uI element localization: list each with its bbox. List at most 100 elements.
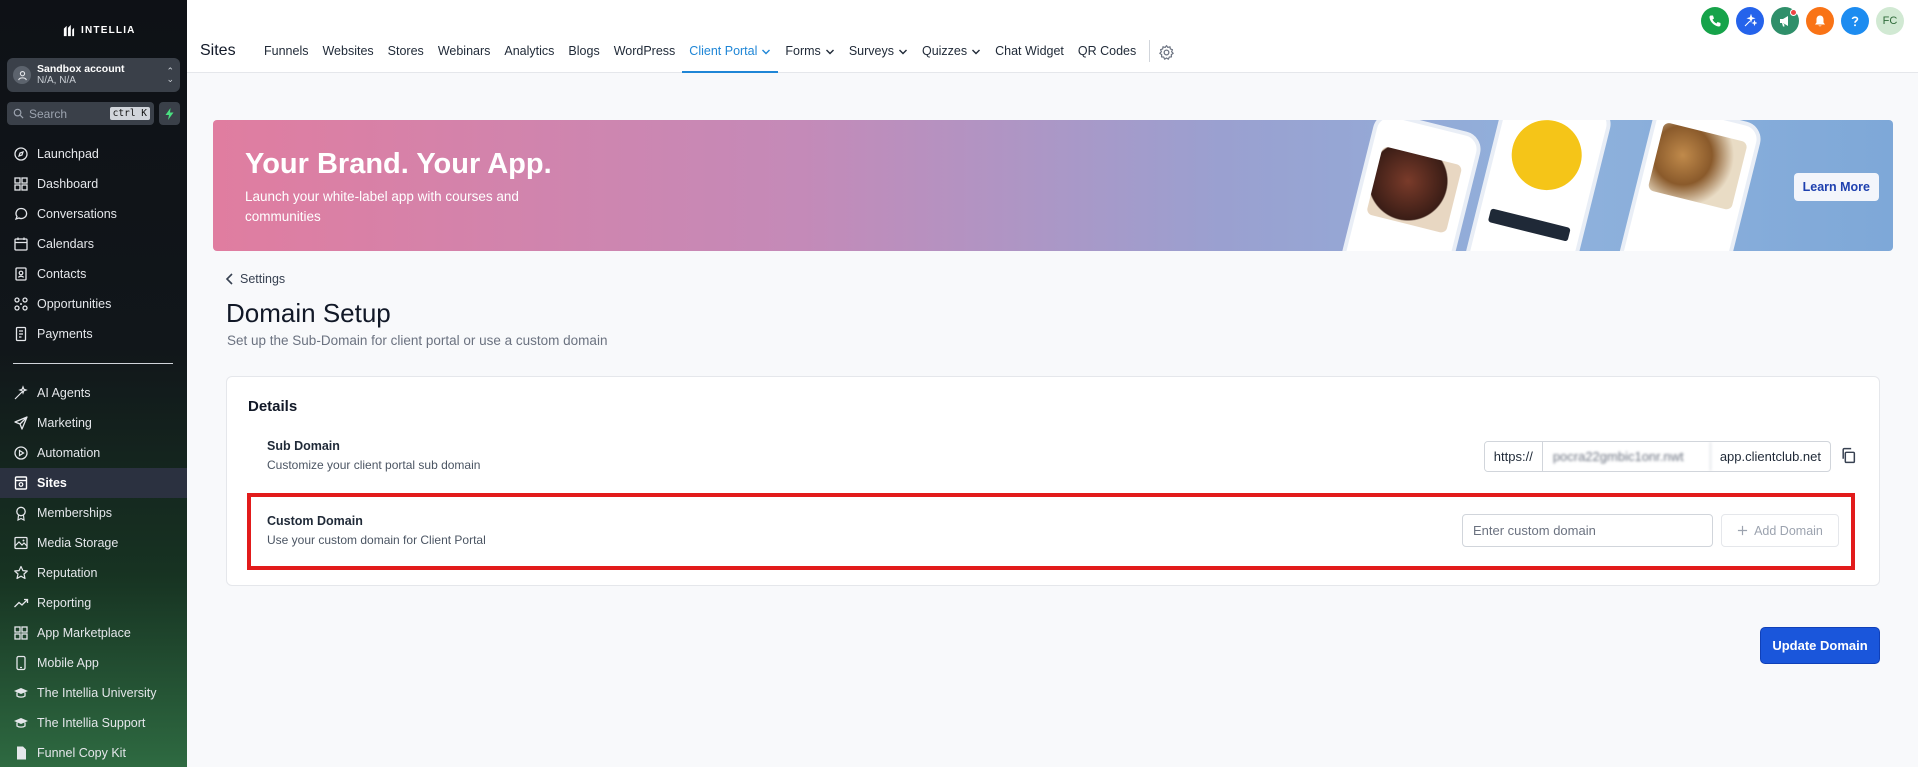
back-label: Settings: [240, 272, 286, 286]
sidebar-item-marketing[interactable]: Marketing: [0, 408, 187, 438]
university-icon: [14, 688, 28, 698]
sub-domain-label: Sub Domain: [267, 439, 340, 453]
banner-subtitle: Launch your white-label app with courses…: [245, 189, 519, 224]
tab-label: Forms: [785, 44, 821, 58]
lightning-icon: [165, 107, 174, 120]
tab-blogs[interactable]: Blogs: [561, 44, 606, 73]
tab-quizzes[interactable]: Quizzes: [915, 44, 988, 73]
question-icon: [1851, 16, 1859, 27]
tasks-icon: [1744, 14, 1757, 27]
support-icon: [14, 718, 28, 728]
learn-more-button[interactable]: Learn More: [1793, 173, 1879, 201]
logo-icon: [63, 24, 75, 36]
sidebar-search[interactable]: Search ctrl K: [7, 102, 154, 125]
custom-domain-input[interactable]: [1462, 514, 1713, 547]
custom-domain-description: Use your custom domain for Client Portal: [267, 533, 486, 547]
sidebar-item-dashboard[interactable]: Dashboard: [0, 169, 187, 199]
sidebar-item-payments[interactable]: Payments: [0, 319, 187, 349]
phone-mockup-cookies: [1611, 120, 1765, 251]
section-title: Sites: [200, 42, 236, 59]
tab-analytics[interactable]: Analytics: [497, 44, 561, 73]
tab-client-portal[interactable]: Client Portal: [682, 44, 779, 73]
sidebar-item-calendars[interactable]: Calendars: [0, 229, 187, 259]
sidebar-divider: [13, 363, 173, 364]
tab-webinars[interactable]: Webinars: [431, 44, 498, 73]
sidebar-item-label: Reputation: [37, 566, 98, 580]
sidebar-item-university[interactable]: The Intellia University: [0, 678, 187, 708]
sidebar-item-reporting[interactable]: Reporting: [0, 588, 187, 618]
sidebar-item-sites[interactable]: Sites: [0, 468, 187, 498]
sidebar-item-funnel-copy-kit[interactable]: Funnel Copy Kit: [0, 738, 187, 767]
sidebar-item-reputation[interactable]: Reputation: [0, 558, 187, 588]
account-switcher[interactable]: Sandbox account N/A, N/A ⌃ ⌄: [7, 58, 180, 92]
dashboard-icon: [14, 177, 28, 191]
sidebar-item-conversations[interactable]: Conversations: [0, 199, 187, 229]
tasks-button[interactable]: [1736, 7, 1764, 35]
marketplace-icon: [14, 626, 28, 640]
tab-label: QR Codes: [1077, 44, 1137, 58]
tab-wordpress[interactable]: WordPress: [607, 44, 683, 73]
tab-chat-widget[interactable]: Chat Widget: [988, 44, 1071, 73]
tab-stores[interactable]: Stores: [381, 44, 431, 73]
sidebar-item-mobile-app[interactable]: Mobile App: [0, 648, 187, 678]
phone-button[interactable]: [1701, 7, 1729, 35]
chat-icon: [14, 207, 28, 221]
details-title: Details: [248, 398, 298, 415]
tab-surveys[interactable]: Surveys: [842, 44, 915, 73]
chevron-down-icon: [825, 49, 834, 55]
sidebar-item-launchpad[interactable]: Launchpad: [0, 139, 187, 169]
logo-text: INTELLIA: [81, 24, 136, 36]
page-title: Domain Setup: [226, 298, 391, 328]
sub-domain-input[interactable]: pocra22gmbic1onr.nwt: [1543, 442, 1711, 471]
sidebar-item-media-storage[interactable]: Media Storage: [0, 528, 187, 558]
update-domain-button[interactable]: Update Domain: [1760, 627, 1880, 664]
brand-logo[interactable]: INTELLIA: [0, 0, 187, 42]
sidebar-item-label: Media Storage: [37, 536, 119, 550]
tab-label: Surveys: [848, 44, 894, 58]
ai-agents-icon: [14, 385, 28, 400]
megaphone-icon: [1780, 16, 1788, 27]
sidebar-item-app-marketplace[interactable]: App Marketplace: [0, 618, 187, 648]
automation-icon: [14, 446, 28, 460]
notifications-button[interactable]: [1806, 7, 1834, 35]
tab-websites[interactable]: Websites: [315, 44, 380, 73]
tab-label: Analytics: [504, 44, 555, 58]
document-icon: [17, 746, 26, 760]
sidebar-item-label: Automation: [37, 446, 101, 460]
sidebar-item-contacts[interactable]: Contacts: [0, 259, 187, 289]
search-placeholder: Search: [29, 106, 68, 121]
tab-qr-codes[interactable]: QR Codes: [1071, 44, 1143, 73]
copy-icon[interactable]: [1840, 447, 1857, 464]
sidebar-nav-secondary: AI Agents Marketing Automation Sites Mem…: [0, 378, 187, 767]
sidebar-item-opportunities[interactable]: Opportunities: [0, 289, 187, 319]
sidebar-item-label: Dashboard: [37, 177, 99, 191]
page-subtitle: Set up the Sub-Domain for client portal …: [227, 333, 608, 348]
plus-icon: [1738, 525, 1748, 536]
quick-action-button[interactable]: [159, 102, 180, 125]
tab-label: Quizzes: [921, 44, 968, 58]
payments-icon: [15, 326, 27, 342]
tab-forms[interactable]: Forms: [778, 44, 841, 73]
tab-label: Stores: [387, 44, 424, 58]
sidebar-item-ai-agents[interactable]: AI Agents: [0, 378, 187, 408]
add-domain-button[interactable]: Add Domain: [1721, 514, 1839, 547]
user-avatar[interactable]: FC: [1876, 7, 1904, 35]
banner-title: Your Brand. Your App.: [245, 148, 552, 180]
sidebar-item-automation[interactable]: Automation: [0, 438, 187, 468]
announcements-button[interactable]: [1771, 7, 1799, 35]
custom-domain-label: Custom Domain: [267, 514, 363, 528]
help-button[interactable]: [1841, 7, 1869, 35]
search-shortcut: ctrl K: [109, 107, 150, 120]
back-to-settings-link[interactable]: Settings: [225, 272, 285, 286]
sidebar-item-label: The Intellia University: [37, 686, 157, 700]
gear-icon[interactable]: [1158, 44, 1175, 61]
sidebar-item-label: Mobile App: [37, 656, 99, 670]
sidebar-item-support[interactable]: The Intellia Support: [0, 708, 187, 738]
sidebar-item-memberships[interactable]: Memberships: [0, 498, 187, 528]
sidebar-item-label: Conversations: [37, 207, 117, 221]
sub-domain-suffix: app.clientclub.net: [1719, 449, 1821, 464]
chevron-down-icon: [762, 49, 771, 55]
header-actions: FC: [1701, 7, 1904, 35]
promo-banner: Your Brand. Your App. Launch your white-…: [213, 120, 1893, 251]
tab-funnels[interactable]: Funnels: [257, 44, 315, 73]
